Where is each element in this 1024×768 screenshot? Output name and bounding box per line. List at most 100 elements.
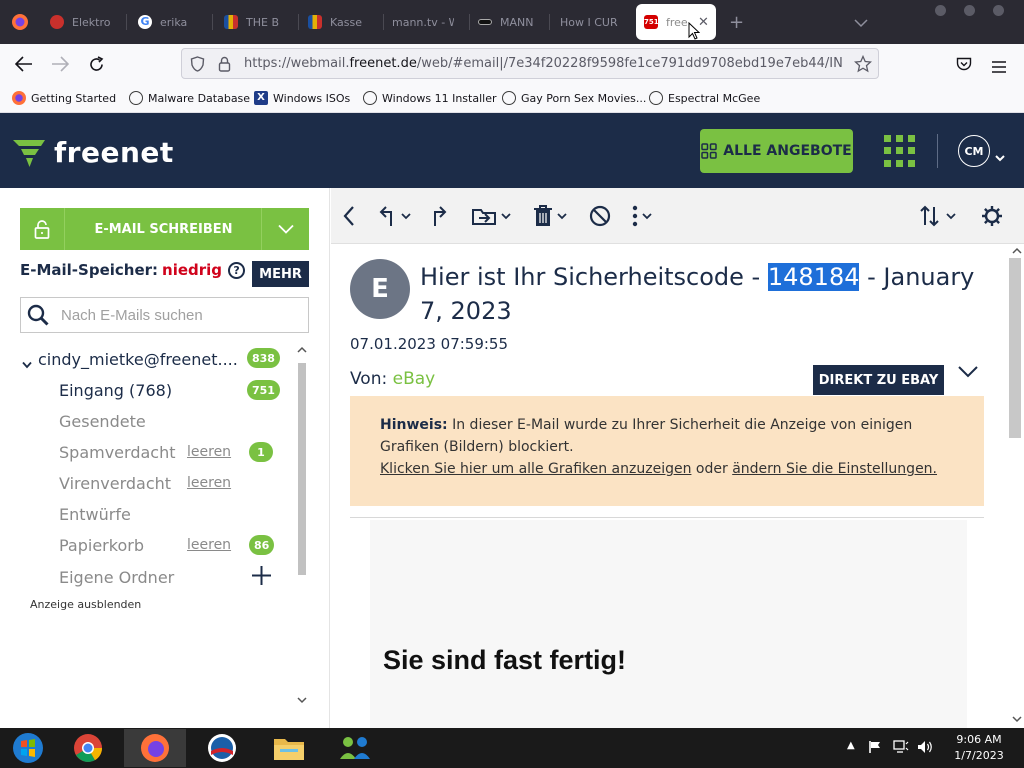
scroll-down-icon[interactable] <box>297 697 307 704</box>
new-tab-icon[interactable]: + <box>729 12 744 33</box>
freenet-favicon-icon: 751 <box>644 15 659 29</box>
forward-arrow-icon[interactable] <box>48 52 72 76</box>
mail-search <box>20 297 309 333</box>
account-collapse-chevron-icon[interactable] <box>22 354 32 373</box>
app-grid-icon[interactable] <box>884 135 916 167</box>
tab-the-b[interactable]: THE B <box>224 4 286 40</box>
change-settings-link[interactable]: ändern Sie die Einstellungen. <box>732 461 937 477</box>
hamburger-menu-icon[interactable] <box>992 58 1006 77</box>
lock-icon[interactable] <box>218 56 231 76</box>
reading-pane-scroll-thumb[interactable] <box>1009 258 1021 438</box>
start-button[interactable] <box>0 729 56 767</box>
folder-virus[interactable]: Virenverdacht <box>59 474 171 493</box>
sidebar-scroll-thumb[interactable] <box>298 363 306 575</box>
help-icon[interactable]: ? <box>228 261 246 279</box>
scroll-up-icon[interactable] <box>297 346 307 353</box>
firefox-menu-icon[interactable] <box>8 10 32 34</box>
freenet-header: freenet ALLE ANGEBOTE CM <box>0 113 1024 188</box>
empty-trash-link[interactable]: leeren <box>187 537 231 553</box>
url-text[interactable]: https://webmail.freenet.de/web/#email|/7… <box>244 56 844 71</box>
volume-speaker-icon[interactable] <box>917 740 933 758</box>
more-storage-button[interactable]: MEHR <box>252 261 309 287</box>
minimize-window-icon[interactable] <box>935 5 946 16</box>
tab-mann[interactable]: MANN <box>478 4 540 40</box>
show-hidden-icons-chevron-up-icon[interactable]: ▲ <box>847 740 855 751</box>
bookmark-windows-11-installer[interactable]: Windows 11 Installer <box>363 91 497 105</box>
compose-email-button[interactable]: E-MAIL SCHREIBEN <box>66 208 261 250</box>
search-input[interactable] <box>61 304 301 326</box>
tab-separator <box>126 14 127 30</box>
bookmark-espectral-mcgee[interactable]: Espectral McGee <box>649 91 760 105</box>
system-clock[interactable]: 9:06 AM 1/7/2023 <box>940 732 1018 764</box>
direct-to-ebay-button[interactable]: DIREKT ZU EBAY <box>813 365 944 395</box>
folder-inbox[interactable]: Eingang (768) <box>59 381 172 400</box>
tab-freenet-active[interactable]: 751 free ✕ <box>636 4 716 40</box>
tab-separator <box>549 14 550 30</box>
reload-icon[interactable] <box>84 52 108 76</box>
list-tabs-chevron-down-icon[interactable] <box>854 13 868 32</box>
pocket-icon[interactable] <box>956 57 972 76</box>
move-to-folder-icon[interactable] <box>471 202 513 230</box>
folder-own-folders[interactable]: Eigene Ordner <box>59 568 174 587</box>
user-avatar[interactable]: CM <box>958 135 990 167</box>
all-offers-button[interactable]: ALLE ANGEBOTE <box>700 129 853 173</box>
tab-how-i-cur[interactable]: How I CUR <box>560 4 622 40</box>
taskbar-file-explorer[interactable] <box>258 729 320 767</box>
folder-trash[interactable]: Papierkorb <box>59 536 144 555</box>
tracking-shield-icon[interactable] <box>190 56 205 76</box>
pane-scroll-up-icon[interactable] <box>1012 247 1022 254</box>
show-images-link[interactable]: Klicken Sie hier um alle Grafiken anzuze… <box>380 461 691 477</box>
bookmark-malware-database[interactable]: Malware Database <box>129 91 250 105</box>
add-folder-plus-icon[interactable] <box>251 565 272 590</box>
compose-chevron-down-icon[interactable] <box>261 208 309 250</box>
folder-sent[interactable]: Gesendete <box>59 412 146 431</box>
bookmark-getting-started[interactable]: Getting Started <box>12 91 116 105</box>
empty-virus-link[interactable]: leeren <box>187 475 231 491</box>
firefox-icon <box>141 734 169 762</box>
sender-name-link[interactable]: eBay <box>393 369 436 389</box>
pane-scroll-down-icon[interactable] <box>1012 716 1022 723</box>
grid-squares-icon <box>701 143 718 159</box>
settings-gear-icon[interactable] <box>981 202 1003 230</box>
reply-icon[interactable] <box>378 202 412 230</box>
taskbar-obama-app[interactable] <box>191 729 253 767</box>
tab-erika[interactable]: G erika <box>138 4 198 40</box>
taskbar-network-app[interactable] <box>324 729 386 767</box>
delete-trash-icon[interactable] <box>532 202 570 230</box>
taskbar-chrome[interactable] <box>57 729 119 767</box>
bookmarks-toolbar: Getting Started Malware Database X Windo… <box>0 84 1024 113</box>
expand-details-chevron-icon[interactable] <box>957 364 979 383</box>
action-center-flag-icon[interactable] <box>868 740 882 758</box>
trash-badge: 86 <box>249 535 275 555</box>
maximize-window-icon[interactable] <box>964 5 975 16</box>
tab-mann-tv[interactable]: mann.tv - W <box>392 4 454 40</box>
account-chevron-down-icon[interactable] <box>995 147 1005 166</box>
close-window-icon[interactable] <box>993 5 1004 16</box>
freenet-logo[interactable]: freenet <box>12 136 174 169</box>
folder-drafts[interactable]: Entwürfe <box>59 505 131 524</box>
bookmark-gay-porn-sex-movies[interactable]: Gay Porn Sex Movies... <box>502 91 646 105</box>
people-network-icon <box>340 737 370 759</box>
spam-badge: 1 <box>249 442 273 462</box>
bookmark-windows-isos[interactable]: X Windows ISOs <box>254 91 350 105</box>
sort-icon[interactable] <box>919 202 959 230</box>
address-bar[interactable]: https://webmail.freenet.de/web/#email|/7… <box>181 48 879 79</box>
bookmark-star-icon[interactable] <box>853 54 873 77</box>
network-status-icon[interactable] <box>893 740 909 758</box>
forward-icon[interactable] <box>429 202 449 230</box>
back-arrow-icon[interactable] <box>12 52 36 76</box>
folder-spam[interactable]: Spamverdacht <box>59 443 175 462</box>
empty-spam-link[interactable]: leeren <box>187 444 231 460</box>
search-icon[interactable] <box>27 304 49 330</box>
account-name[interactable]: cindy_mietke@freenet.... <box>38 350 238 369</box>
mail-toolbar <box>331 188 1024 244</box>
more-options-icon[interactable] <box>631 202 655 230</box>
taskbar-firefox[interactable] <box>124 729 186 767</box>
tab-kasse[interactable]: Kasse <box>308 4 370 40</box>
block-sender-icon[interactable] <box>589 202 611 230</box>
hide-ad-link[interactable]: Anzeige ausblenden <box>30 598 141 611</box>
back-chevron-icon[interactable] <box>342 202 356 230</box>
encrypted-mail-lock-icon[interactable] <box>20 208 65 250</box>
compose-button-group: E-MAIL SCHREIBEN <box>20 208 309 250</box>
tab-elektro[interactable]: Elektro <box>50 4 120 40</box>
